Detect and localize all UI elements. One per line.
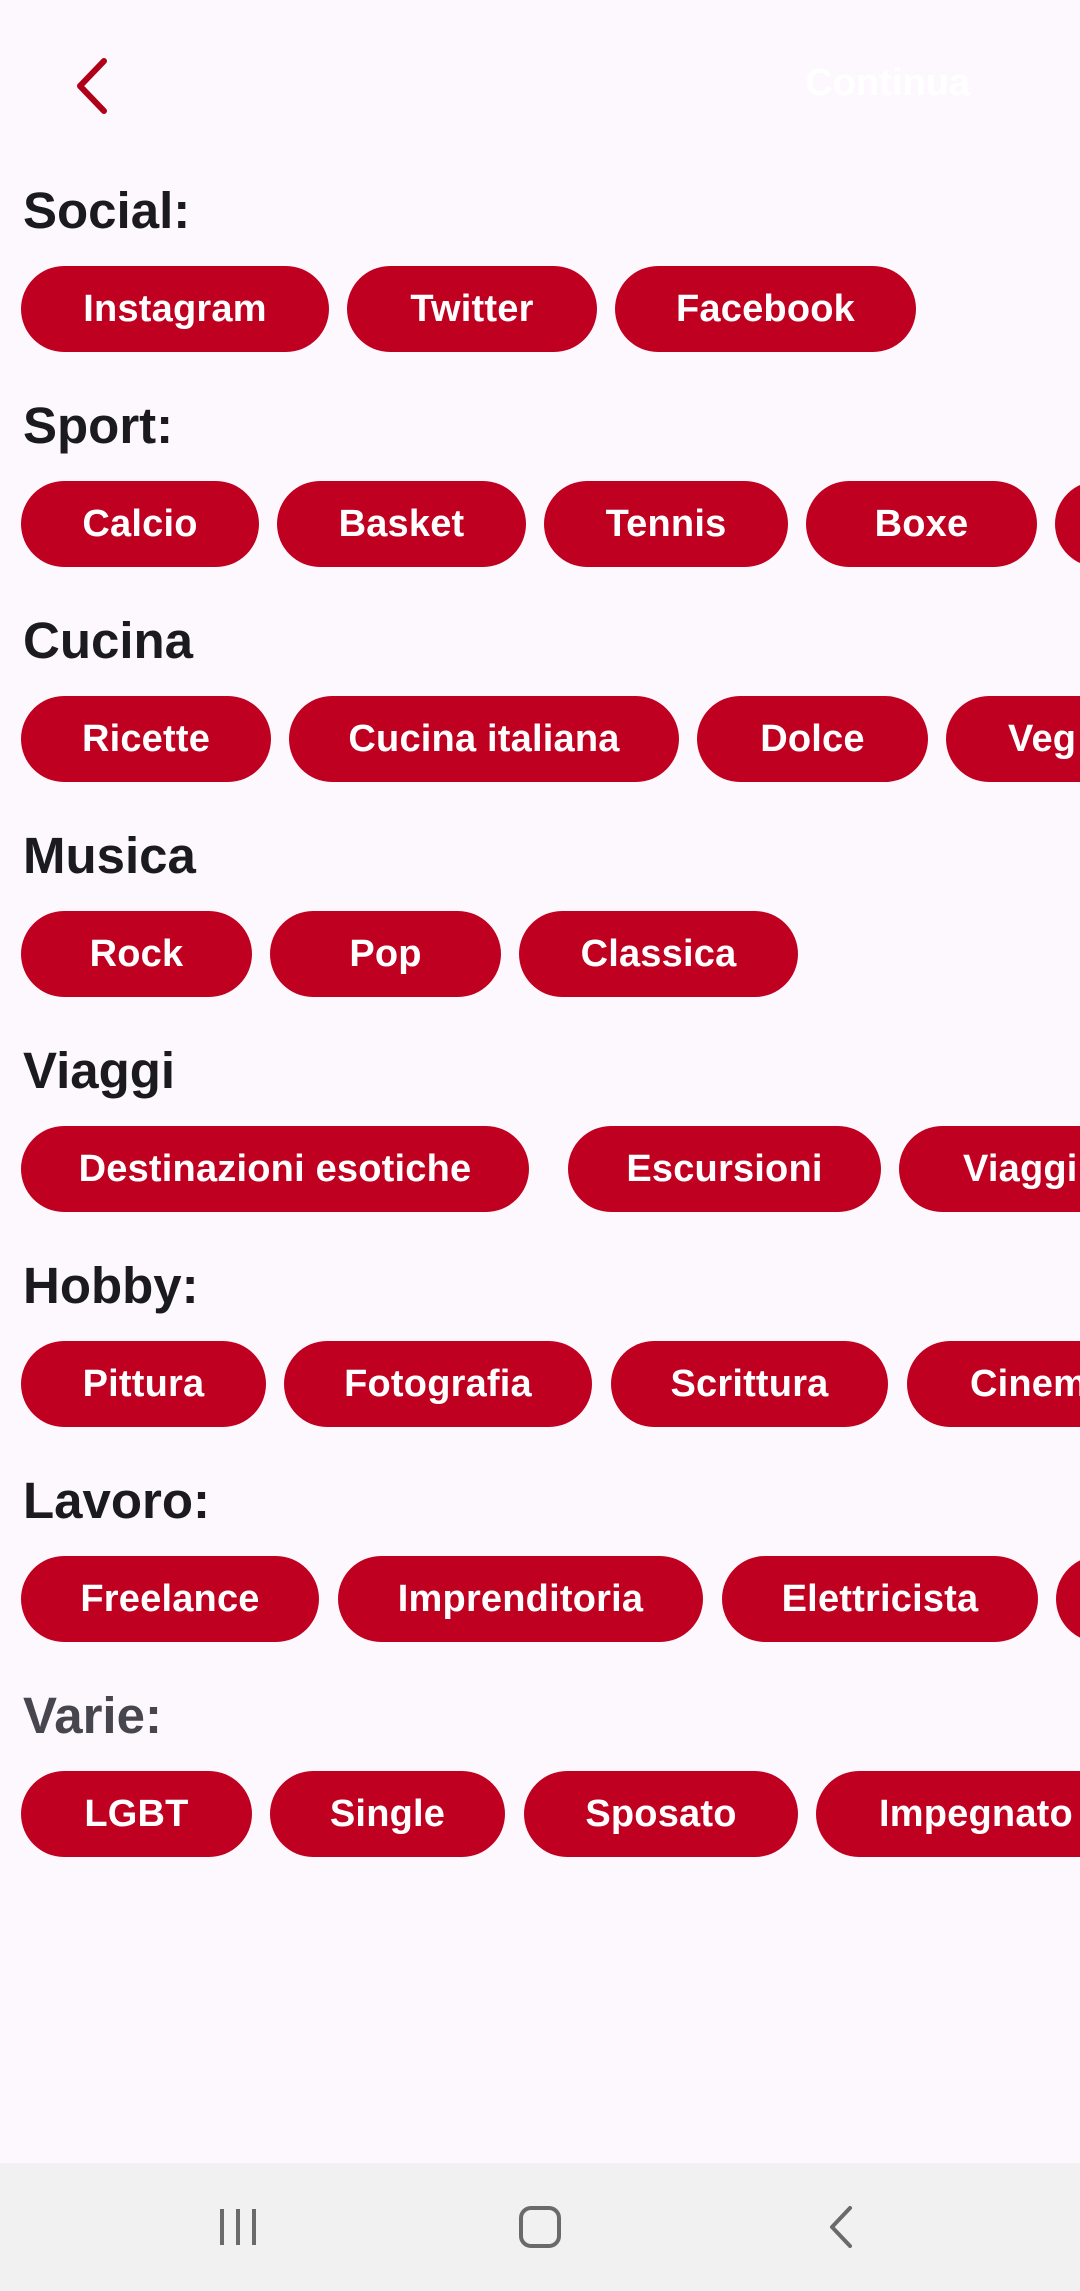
chip-classica[interactable]: Classica bbox=[519, 911, 798, 997]
chip-calcio[interactable]: Calcio bbox=[21, 481, 259, 567]
back-button[interactable] bbox=[52, 42, 132, 130]
section-title: Musica bbox=[23, 827, 196, 884]
chip-imprenditoria[interactable]: Imprenditoria bbox=[338, 1556, 703, 1642]
home-icon bbox=[519, 2206, 561, 2248]
section-title: Viaggi bbox=[23, 1042, 176, 1099]
chip-row[interactable]: Pittura Fotografia Scrittura Cinem bbox=[0, 1341, 1080, 1435]
chip-ricette[interactable]: Ricette bbox=[21, 696, 271, 782]
chip-pittura[interactable]: Pittura bbox=[21, 1341, 266, 1427]
chip-boxe[interactable]: Boxe bbox=[806, 481, 1037, 567]
chip-cinema[interactable]: Cinem bbox=[907, 1341, 1080, 1427]
section-cucina: Cucina Ricette Cucina italiana Dolce Veg bbox=[0, 610, 1080, 820]
section-social: Social: Instagram Twitter Facebook bbox=[0, 180, 1080, 390]
section-title: Cucina bbox=[23, 612, 194, 669]
chip-instagram[interactable]: Instagram bbox=[21, 266, 329, 352]
chip-sposato[interactable]: Sposato bbox=[524, 1771, 798, 1857]
chip-row[interactable]: Calcio Basket Tennis Boxe bbox=[0, 481, 1080, 575]
chip-freelance[interactable]: Freelance bbox=[21, 1556, 319, 1642]
chip-scrittura[interactable]: Scrittura bbox=[611, 1341, 888, 1427]
chip-rock[interactable]: Rock bbox=[21, 911, 252, 997]
nav-back-icon bbox=[830, 2206, 852, 2248]
home-button[interactable] bbox=[480, 2187, 600, 2267]
chip-fotografia[interactable]: Fotografia bbox=[284, 1341, 592, 1427]
chip-tennis[interactable]: Tennis bbox=[544, 481, 788, 567]
chip-row[interactable]: Instagram Twitter Facebook bbox=[0, 266, 1080, 360]
section-varie: Varie: LGBT Single Sposato Impegnato bbox=[0, 1685, 1080, 1895]
section-sport: Sport: Calcio Basket Tennis Boxe bbox=[0, 395, 1080, 605]
section-hobby: Hobby: Pittura Fotografia Scrittura Cine… bbox=[0, 1255, 1080, 1465]
chip-pop[interactable]: Pop bbox=[270, 911, 501, 997]
chip-destinazioni-esotiche[interactable]: Destinazioni esotiche bbox=[21, 1126, 529, 1212]
section-musica: Musica Rock Pop Classica bbox=[0, 825, 1080, 1035]
top-bar: Continua bbox=[0, 0, 1080, 170]
section-title: Sport: bbox=[23, 397, 174, 454]
chip-sport-more[interactable] bbox=[1055, 481, 1080, 567]
section-lavoro: Lavoro: Freelance Imprenditoria Elettric… bbox=[0, 1470, 1080, 1680]
system-back-button[interactable] bbox=[781, 2187, 901, 2267]
continue-button[interactable]: Continua bbox=[805, 62, 970, 112]
chip-impegnato[interactable]: Impegnato bbox=[816, 1771, 1080, 1857]
interests-screen: Continua Social: Instagram Twitter Faceb… bbox=[0, 0, 1080, 2291]
chip-facebook[interactable]: Facebook bbox=[615, 266, 916, 352]
section-title: Varie: bbox=[23, 1687, 162, 1744]
chip-cucina-italiana[interactable]: Cucina italiana bbox=[289, 696, 679, 782]
chevron-left-icon bbox=[77, 58, 107, 114]
chip-row[interactable]: LGBT Single Sposato Impegnato bbox=[0, 1771, 1080, 1865]
chip-lgbt[interactable]: LGBT bbox=[21, 1771, 252, 1857]
chip-lavoro-more[interactable] bbox=[1056, 1556, 1080, 1642]
recents-button[interactable] bbox=[178, 2187, 298, 2267]
chip-row[interactable]: Ricette Cucina italiana Dolce Veg bbox=[0, 696, 1080, 790]
section-title: Social: bbox=[23, 182, 191, 239]
chip-vegan[interactable]: Veg bbox=[946, 696, 1080, 782]
section-title: Hobby: bbox=[23, 1257, 199, 1314]
chip-basket[interactable]: Basket bbox=[277, 481, 526, 567]
chip-twitter[interactable]: Twitter bbox=[347, 266, 597, 352]
chip-single[interactable]: Single bbox=[270, 1771, 505, 1857]
chip-row[interactable]: Destinazioni esotiche Escursioni Viaggi bbox=[0, 1126, 1080, 1220]
chip-row[interactable]: Freelance Imprenditoria Elettricista bbox=[0, 1556, 1080, 1650]
chip-row[interactable]: Rock Pop Classica bbox=[0, 911, 1080, 1005]
chip-dolce[interactable]: Dolce bbox=[697, 696, 928, 782]
recent-apps-icon bbox=[220, 2209, 256, 2245]
chip-viaggi[interactable]: Viaggi bbox=[899, 1126, 1080, 1212]
section-title: Lavoro: bbox=[23, 1472, 211, 1529]
chip-elettricista[interactable]: Elettricista bbox=[722, 1556, 1038, 1642]
system-navigation-bar bbox=[0, 2163, 1080, 2291]
chip-escursioni[interactable]: Escursioni bbox=[568, 1126, 881, 1212]
section-viaggi: Viaggi Destinazioni esotiche Escursioni … bbox=[0, 1040, 1080, 1250]
